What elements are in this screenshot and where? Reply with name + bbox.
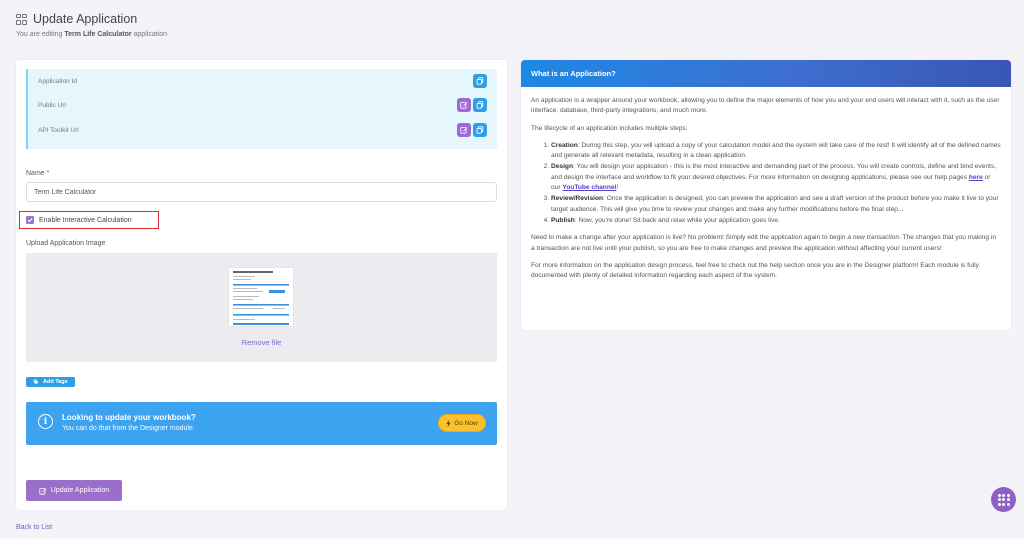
back-to-list-link[interactable]: Back to List	[16, 524, 52, 531]
help-pages-link[interactable]: here	[969, 174, 983, 181]
api-toolkit-url-label: API Toolkit Url	[38, 126, 79, 134]
app-name: Term Life Calculator	[64, 31, 132, 38]
help-more-info: For more information on the application …	[531, 261, 979, 280]
grid-icon	[16, 13, 27, 25]
enable-interactive-label: Enable Interactive Calculation	[39, 216, 132, 224]
enable-interactive-calculation[interactable]: Enable Interactive Calculation	[19, 211, 159, 229]
step-publish: Publish: Now, you're done! Sit back and …	[551, 216, 1001, 226]
required-mark: *	[46, 170, 50, 177]
edit-api-toolkit-url-button[interactable]	[457, 123, 471, 137]
enable-interactive-checkbox[interactable]	[26, 216, 34, 224]
page-header: Update Application You are editing Term …	[16, 12, 167, 38]
page-title: Update Application	[33, 12, 138, 26]
add-tags-button[interactable]: Add Tags	[26, 377, 75, 387]
public-url-label: Public Url	[38, 101, 66, 109]
bolt-icon	[446, 419, 451, 427]
alert-title: Looking to update your workbook?	[62, 413, 196, 422]
update-workbook-alert: i Looking to update your workbook? You c…	[26, 402, 497, 445]
info-icon: i	[38, 414, 53, 429]
upload-image-label: Upload Application Image	[26, 240, 106, 247]
apps-grid-button[interactable]	[991, 487, 1016, 512]
copy-icon	[476, 126, 484, 134]
name-input[interactable]	[26, 182, 497, 202]
tag-icon	[33, 379, 39, 385]
youtube-channel-link[interactable]: YouTube channel	[562, 184, 616, 191]
help-body: An application is a wrapper around your …	[521, 87, 1011, 281]
application-info-box: Application Id Public Url API Toolkit Ur…	[26, 69, 497, 149]
copy-icon	[476, 77, 484, 85]
help-lifecycle-intro: The lifecycle of an application includes…	[531, 124, 688, 132]
uploaded-image-thumbnail	[228, 267, 294, 327]
edit-icon	[460, 127, 468, 134]
edit-icon	[460, 102, 468, 109]
help-card: What is an Application? An application i…	[521, 60, 1011, 330]
page-subtitle: You are editing Term Life Calculator app…	[16, 31, 167, 38]
help-title: What is an Application?	[521, 60, 1011, 87]
check-icon	[27, 218, 33, 223]
name-label: Name *	[26, 170, 50, 177]
copy-api-toolkit-url-button[interactable]	[473, 123, 487, 137]
copy-application-id-button[interactable]	[473, 74, 487, 88]
edit-public-url-button[interactable]	[457, 98, 471, 112]
remove-file-link[interactable]: Remove file	[26, 338, 497, 347]
update-application-button[interactable]: Update Application	[26, 480, 122, 501]
help-change-text: Need to make a change after your applica…	[531, 234, 997, 252]
alert-text: You can do that from the Designer module…	[62, 425, 195, 432]
thumbnail-preview-graphic	[233, 271, 289, 325]
image-dropzone[interactable]: Remove file	[26, 253, 497, 362]
step-design: Design: You will design your application…	[551, 162, 1001, 193]
help-intro: An application is a wrapper around your …	[531, 97, 1000, 115]
api-toolkit-url-row: API Toolkit Url	[38, 122, 487, 138]
go-now-button[interactable]: Go Now	[438, 414, 486, 432]
copy-public-url-button[interactable]	[473, 98, 487, 112]
step-review: Review/Revision: Once the application is…	[551, 194, 1001, 215]
lifecycle-steps: Creation: During this step, you will upl…	[551, 141, 1001, 226]
edit-icon	[39, 487, 47, 495]
application-id-label: Application Id	[38, 77, 78, 85]
step-creation: Creation: During this step, you will upl…	[551, 141, 1001, 162]
copy-icon	[476, 101, 484, 109]
public-url-row: Public Url	[38, 97, 487, 113]
application-form-card: Application Id Public Url API Toolkit Ur…	[16, 60, 507, 510]
application-id-row: Application Id	[38, 73, 487, 89]
